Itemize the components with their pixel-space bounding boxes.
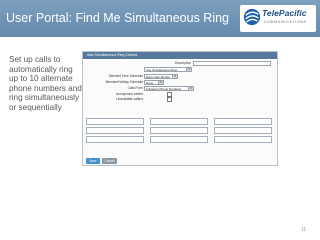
slide-title: User Portal: Find Me Simultaneous Ring: [6, 11, 230, 25]
criteria-form-panel: Add Simultaneous Ring Criteria Descripti…: [82, 51, 278, 166]
description-field[interactable]: [193, 61, 271, 66]
phone-number-field[interactable]: [150, 136, 208, 143]
calls-from-select[interactable]: Following Phone Numbers ▾: [144, 86, 194, 91]
unavailable-callers-label: Unavailable callers: [116, 97, 143, 101]
phone-number-field[interactable]: [86, 118, 144, 125]
panel-title: Add Simultaneous Ring Criteria: [87, 53, 138, 57]
company-logo: TelePacific COMMUNICATIONS: [240, 5, 316, 32]
selected-time-value: Every Day All Day: [146, 75, 171, 79]
chevron-down-icon: ▾: [172, 75, 177, 78]
chevron-down-icon: ▾: [186, 68, 191, 71]
logo-subtitle: COMMUNICATIONS: [264, 20, 307, 24]
description-label: Description: [175, 61, 191, 65]
selected-time-select[interactable]: Every Day All Day ▾: [144, 74, 178, 79]
phone-number-field[interactable]: [150, 118, 208, 125]
phone-number-field[interactable]: [86, 127, 144, 134]
page-number: 11: [301, 227, 307, 233]
calls-from-value: Following Phone Numbers: [146, 87, 182, 91]
phone-number-field[interactable]: [214, 127, 272, 134]
circle-logo-icon: [243, 8, 261, 26]
ring-option-value: Use Simultaneous Ring: [146, 68, 178, 72]
slide-header: User Portal: Find Me Simultaneous Ring T…: [0, 0, 320, 37]
logo-name: TelePacific: [262, 8, 307, 18]
member-holiday-value: None: [146, 81, 154, 85]
ring-option-select[interactable]: Use Simultaneous Ring ▾: [144, 67, 192, 72]
chevron-down-icon: ▾: [158, 81, 163, 84]
chevron-down-icon: ▾: [188, 87, 193, 90]
phone-number-field[interactable]: [86, 136, 144, 143]
selected-time-label: Selected Time Schedule: [108, 74, 143, 78]
phone-number-field[interactable]: [214, 118, 272, 125]
phone-number-field[interactable]: [214, 136, 272, 143]
save-button[interactable]: Save: [86, 158, 100, 164]
calls-from-label: Calls From: [127, 86, 143, 90]
anonymous-callers-label: Anonymous callers: [116, 92, 143, 96]
panel-title-bar: Add Simultaneous Ring Criteria: [83, 52, 277, 59]
cancel-button[interactable]: Cancel: [102, 158, 117, 164]
phone-number-field[interactable]: [150, 127, 208, 134]
member-holiday-select[interactable]: None ▾: [144, 80, 164, 85]
member-holiday-label: Member/Holiday Schedule: [105, 80, 143, 84]
feature-description: Set up calls to automatically ring up to…: [9, 55, 82, 112]
unavailable-callers-checkbox[interactable]: [167, 97, 172, 102]
